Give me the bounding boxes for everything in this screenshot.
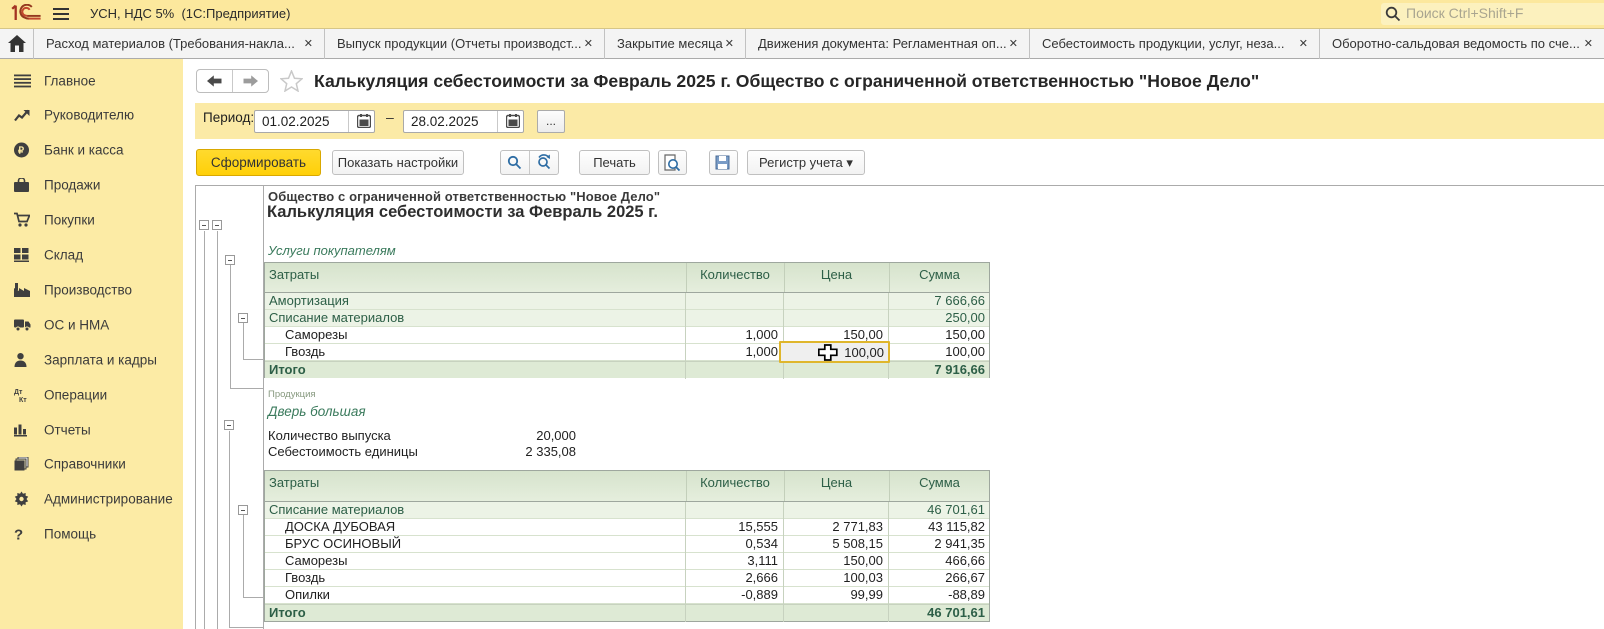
svg-text:?: ? xyxy=(14,527,23,542)
svg-text:₽: ₽ xyxy=(18,146,25,157)
svg-text:Кт: Кт xyxy=(19,397,27,403)
svg-text:Дт: Дт xyxy=(14,389,23,396)
